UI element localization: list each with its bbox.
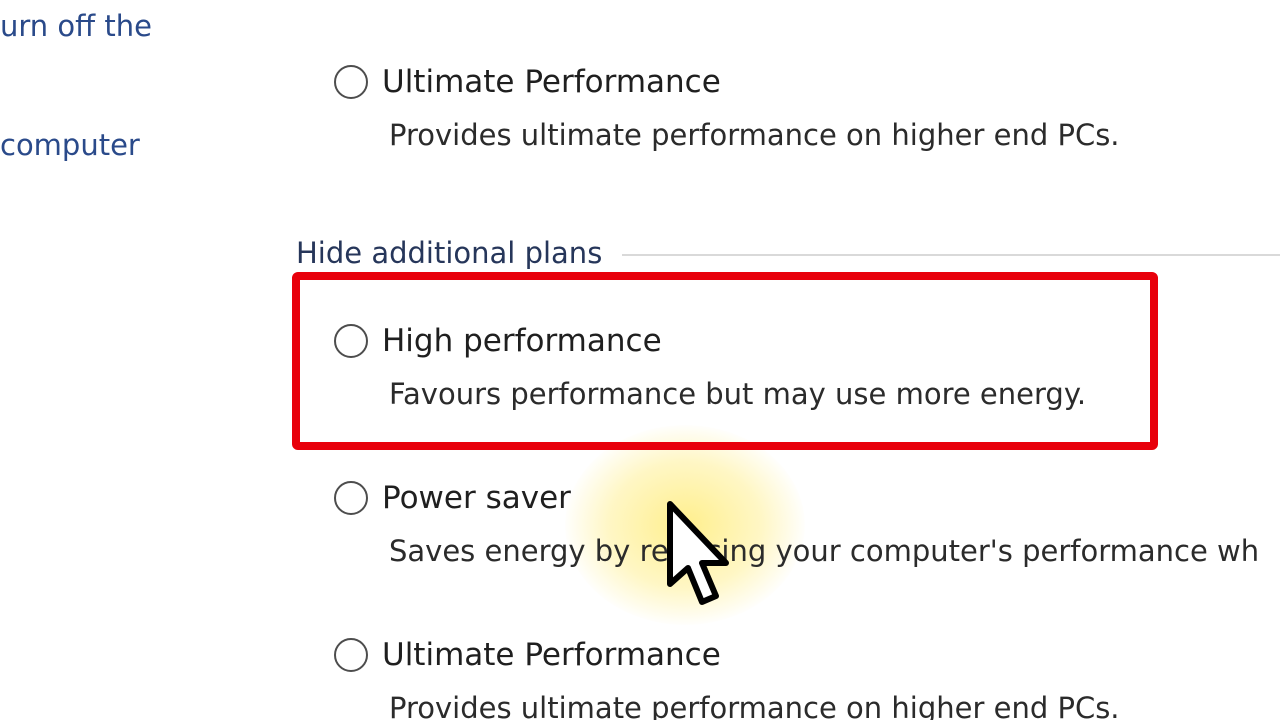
plan-name: Power saver	[382, 480, 571, 516]
plan-description: Saves energy by reducing your computer's…	[389, 534, 1260, 568]
plan-name: Ultimate Performance	[382, 637, 721, 673]
turn-off-display-link[interactable]: urn off the	[0, 9, 152, 43]
plan-ultimate-performance-top: Ultimate Performance Provides ultimate p…	[334, 62, 1120, 152]
radio-ultimate-performance-top[interactable]	[334, 65, 368, 99]
plan-name: High performance	[382, 323, 662, 359]
plan-power-saver: Power saver Saves energy by reducing you…	[334, 478, 1259, 568]
plan-description: Favours performance but may use more ene…	[389, 377, 1087, 411]
radio-high-performance[interactable]	[334, 324, 368, 358]
plan-description: Provides ultimate performance on higher …	[389, 691, 1120, 720]
sleep-computer-link[interactable]: computer	[0, 128, 140, 162]
plan-high-performance: High performance Favours performance but…	[334, 321, 1086, 411]
section-divider	[622, 254, 1280, 256]
additional-plans-header: Hide additional plans	[296, 236, 1280, 270]
plan-ultimate-performance-bottom: Ultimate Performance Provides ultimate p…	[334, 635, 1120, 720]
plan-description: Provides ultimate performance on higher …	[389, 118, 1120, 152]
radio-power-saver[interactable]	[334, 481, 368, 515]
plan-name: Ultimate Performance	[382, 64, 721, 100]
power-options-page: urn off the computer Ultimate Performanc…	[0, 0, 1280, 720]
radio-ultimate-performance-bottom[interactable]	[334, 638, 368, 672]
hide-additional-plans-toggle[interactable]: Hide additional plans	[296, 236, 602, 270]
